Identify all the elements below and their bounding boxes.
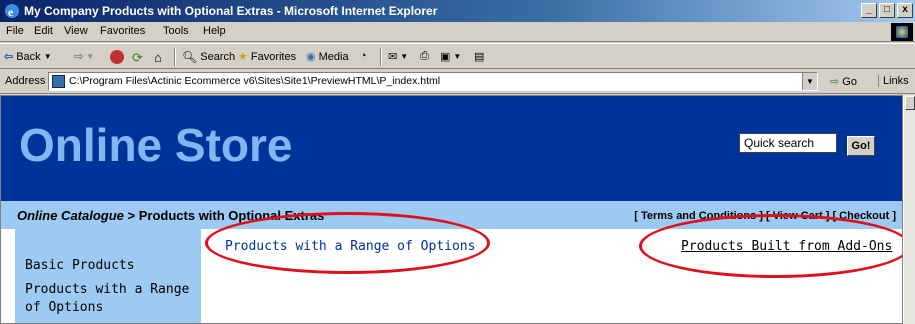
page-icon bbox=[52, 75, 65, 88]
refresh-icon: ⟳ bbox=[132, 50, 143, 65]
mail-icon: ✉ bbox=[388, 51, 398, 63]
menu-tools[interactable]: Tools bbox=[163, 25, 189, 37]
toolbar-separator bbox=[174, 48, 176, 66]
chevron-down-icon: ▼ bbox=[43, 52, 52, 61]
go-label: Go bbox=[842, 76, 857, 88]
internet-explorer-icon: e bbox=[5, 4, 19, 19]
menu-bar: File Edit View Favorites Tools Help bbox=[0, 22, 915, 42]
search-icon: 🔍︎ bbox=[182, 50, 198, 64]
address-label: Address bbox=[5, 75, 46, 87]
discuss-button[interactable]: ▤ bbox=[474, 50, 484, 63]
maximize-button[interactable]: □ bbox=[879, 3, 895, 18]
annotation-circle bbox=[639, 214, 902, 278]
browser-window: e My Company Products with Optional Extr… bbox=[0, 0, 915, 324]
back-arrow-icon: ⇦ bbox=[4, 51, 14, 63]
media-icon: ◉ bbox=[306, 51, 316, 63]
print-button[interactable]: ⎙ bbox=[420, 50, 429, 63]
print-icon: ⎙ bbox=[420, 50, 429, 62]
home-button[interactable]: ⌂ bbox=[154, 50, 162, 65]
favorites-button[interactable]: ★ Favorites bbox=[238, 50, 297, 64]
forward-button[interactable]: ⇨ ▼ bbox=[74, 50, 94, 63]
search-button[interactable]: 🔍︎ Search bbox=[182, 50, 235, 64]
windows-logo-icon bbox=[891, 23, 913, 41]
menu-edit[interactable]: Edit bbox=[34, 25, 53, 37]
store-header: Online Store Quick search Go! bbox=[1, 96, 902, 201]
menu-file[interactable]: File bbox=[6, 25, 24, 37]
search-label: Search bbox=[200, 51, 236, 63]
go-button[interactable]: ⇨ Go bbox=[830, 75, 857, 88]
edit-icon: ▣ bbox=[440, 51, 451, 63]
sidebar-item-range-of-options[interactable]: Products with a Range bbox=[25, 281, 189, 299]
sidebar-item-range-of-options-cont[interactable]: of Options bbox=[25, 299, 103, 317]
close-button[interactable]: x bbox=[897, 3, 913, 18]
address-url: C:\Program Files\Actinic Ecommerce v6\Si… bbox=[69, 75, 441, 87]
refresh-button[interactable]: ⟳ bbox=[132, 50, 143, 66]
history-button[interactable]: ◔ bbox=[360, 50, 367, 62]
media-label: Media bbox=[318, 50, 349, 63]
page-viewport: Online Store Quick search Go! Online Cat… bbox=[0, 95, 903, 324]
sidebar: Basic Products Products with a Range of … bbox=[15, 229, 201, 323]
mail-button[interactable]: ✉ ▼ bbox=[388, 50, 408, 63]
breadcrumb-separator: > bbox=[123, 208, 139, 223]
vertical-scrollbar[interactable] bbox=[903, 95, 915, 324]
address-bar: Address C:\Program Files\Actinic Ecommer… bbox=[0, 70, 915, 94]
menu-favorites[interactable]: Favorites bbox=[100, 25, 145, 37]
window-title: My Company Products with Optional Extras… bbox=[24, 4, 438, 18]
quick-search-input[interactable]: Quick search bbox=[739, 133, 837, 153]
discuss-icon: ▤ bbox=[474, 51, 485, 63]
edit-button[interactable]: ▣ ▼ bbox=[440, 50, 461, 63]
quick-search-go-button[interactable]: Go! bbox=[847, 136, 875, 156]
annotation-circle bbox=[205, 212, 490, 274]
chevron-down-icon: ▼ bbox=[453, 52, 462, 61]
stop-button[interactable] bbox=[110, 50, 124, 64]
chevron-down-icon[interactable]: ▼ bbox=[802, 73, 817, 90]
store-title: Online Store bbox=[19, 119, 293, 171]
svg-text:e: e bbox=[8, 5, 14, 19]
back-label: Back bbox=[16, 50, 41, 63]
favorites-label: Favorites bbox=[250, 50, 297, 63]
standard-toolbar: ⇦ Back ▼ ⇨ ▼ ⟳ ⌂ 🔍︎ Search ★ Favorites ◉… bbox=[0, 43, 915, 69]
favorites-icon: ★ bbox=[238, 51, 248, 63]
links-button[interactable]: Links bbox=[878, 75, 909, 87]
chevron-down-icon: ▼ bbox=[86, 52, 95, 61]
back-button[interactable]: ⇦ Back ▼ bbox=[4, 50, 52, 64]
scroll-up-button[interactable] bbox=[905, 96, 915, 110]
address-input[interactable]: C:\Program Files\Actinic Ecommerce v6\Si… bbox=[48, 72, 818, 91]
minimize-button[interactable]: _ bbox=[861, 3, 877, 18]
history-icon: ◔ bbox=[360, 50, 367, 62]
menu-view[interactable]: View bbox=[64, 25, 88, 37]
title-bar: e My Company Products with Optional Extr… bbox=[0, 0, 915, 22]
go-arrow-icon: ⇨ bbox=[830, 76, 840, 88]
stop-icon bbox=[110, 50, 124, 64]
forward-arrow-icon: ⇨ bbox=[74, 51, 84, 63]
media-button[interactable]: ◉ Media bbox=[306, 50, 349, 64]
menu-help[interactable]: Help bbox=[203, 25, 226, 37]
home-icon: ⌂ bbox=[154, 50, 162, 65]
toolbar-separator bbox=[380, 48, 382, 66]
sidebar-item-basic-products[interactable]: Basic Products bbox=[25, 257, 135, 275]
chevron-down-icon: ▼ bbox=[400, 52, 409, 61]
breadcrumb-root-link[interactable]: Online Catalogue bbox=[17, 208, 124, 223]
